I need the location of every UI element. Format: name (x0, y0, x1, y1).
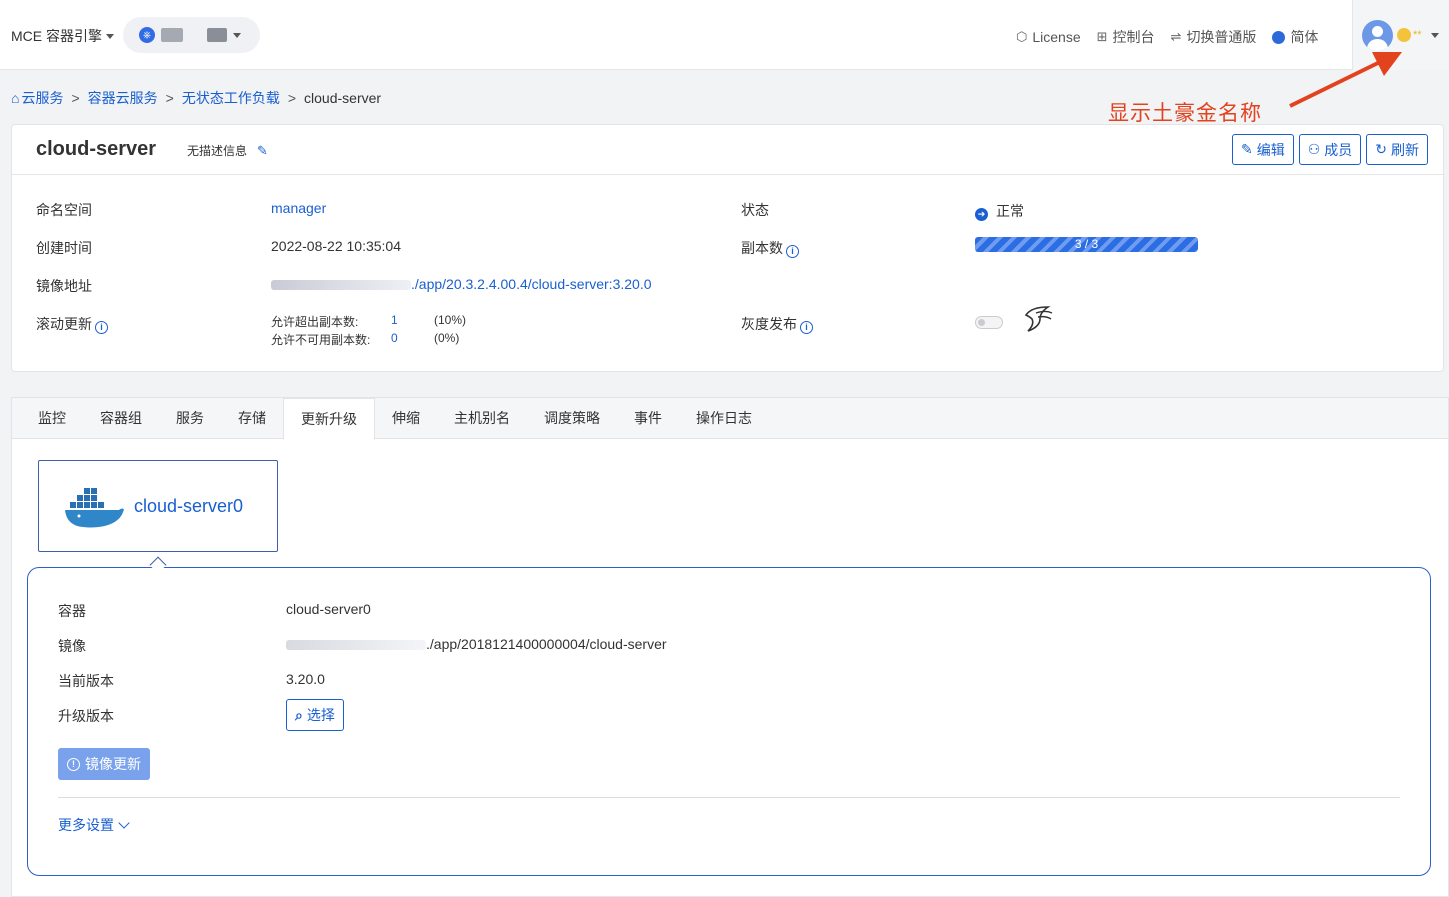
card-header: cloud-server 无描述信息 ✎ ✎ 编辑 ⚇ 成员 ↻ 刷新 (12, 125, 1443, 175)
breadcrumb-separator: > (165, 90, 174, 106)
members-button[interactable]: ⚇ 成员 (1298, 134, 1362, 165)
top-bar: MCE 容器引擎 ⎈ ⬡ License ⊞ 控制台 ⇌ 切换普通版 简体 ** (0, 0, 1449, 70)
arrow-right-circle-icon: ➔ (975, 208, 988, 221)
current-version-value: 3.20.0 (286, 671, 325, 687)
tab-services[interactable]: 服务 (159, 398, 221, 439)
masked-registry (271, 280, 411, 291)
masked-cluster-name (161, 28, 183, 42)
refresh-icon: ↻ (1375, 141, 1387, 157)
license-link[interactable]: ⬡ License (1016, 27, 1081, 47)
info-icon: ! (67, 757, 80, 771)
user-name: ** (1397, 28, 1422, 42)
surge-row: 允许超出副本数: 1 (10%) (271, 313, 467, 329)
container-tile-label: cloud-server0 (134, 496, 244, 516)
search-icon: ⌕ (295, 706, 303, 723)
upgrade-version-label: 升级版本 (58, 708, 114, 724)
home-icon[interactable]: ⌂ (11, 90, 19, 106)
chevron-down-icon (118, 817, 130, 829)
namespace-label: 命名空间 (36, 202, 92, 218)
page-title: cloud-server (36, 138, 157, 160)
image-value: ./app/2018121400000004/cloud-server (286, 636, 667, 652)
grid-icon: ⊞ (1096, 29, 1108, 44)
divider (58, 797, 1400, 798)
unavailable-row: 允许不可用副本数: 0 (0%) (271, 331, 460, 347)
kubernetes-icon: ⎈ (139, 27, 155, 43)
status-value: ➔ 正常 (975, 201, 1024, 221)
image-address[interactable]: ./app/20.3.2.4.00.4/cloud-server:3.20.0 (271, 276, 652, 292)
tab-scheduling[interactable]: 调度策略 (527, 398, 617, 439)
created-label: 创建时间 (36, 240, 92, 256)
replicas-label: 副本数 i (741, 238, 799, 258)
docker-icon (65, 488, 124, 528)
tab-storage[interactable]: 存储 (221, 398, 283, 439)
edit-button[interactable]: ✎ 编辑 (1231, 134, 1294, 165)
breadcrumb-separator: > (287, 90, 297, 106)
select-version-button[interactable]: ⌕ 选择 (286, 699, 344, 731)
container-name: cloud-server0 (286, 601, 371, 617)
image-label: 镜像地址 (36, 278, 92, 294)
tab-upgrade[interactable]: 更新升级 (283, 398, 375, 440)
edit-icon: ✎ (1240, 141, 1253, 157)
info-icon[interactable]: i (800, 320, 813, 334)
caret-down-icon (1431, 33, 1439, 38)
image-update-button[interactable]: ! 镜像更新 (58, 748, 150, 780)
annotation-arrow (1289, 52, 1402, 108)
workload-detail-card: cloud-server 无描述信息 ✎ ✎ 编辑 ⚇ 成员 ↻ 刷新 命名空间 ma… (11, 124, 1444, 372)
user-icon: ⚇ (1307, 141, 1321, 157)
gray-release-label: 灰度发布 i (741, 314, 813, 334)
cluster-selector[interactable]: ⎈ (123, 17, 260, 53)
product-menu[interactable]: MCE 容器引擎 (11, 26, 114, 46)
top-links: ⬡ License ⊞ 控制台 ⇌ 切换普通版 简体 (1016, 27, 1318, 47)
namespace-link[interactable]: manager (271, 200, 326, 216)
tab-bar: 监控 容器组 服务 存储 更新升级 伸缩 主机别名 调度策略 事件 操作日志 (12, 398, 1448, 440)
breadcrumb-container-cloud[interactable]: 容器云服务 (88, 88, 158, 108)
edit-description-icon[interactable]: ✎ (257, 143, 268, 159)
canary-bird-icon (1024, 306, 1053, 332)
info-icon[interactable]: i (95, 320, 108, 334)
tab-pods[interactable]: 容器组 (83, 398, 159, 439)
refresh-button[interactable]: ↻ 刷新 (1366, 134, 1428, 165)
tab-host-alias[interactable]: 主机别名 (437, 398, 527, 439)
tab-scaling[interactable]: 伸缩 (375, 398, 437, 439)
tab-events[interactable]: 事件 (617, 398, 679, 439)
caret-down-icon (106, 33, 114, 39)
rolling-update-label: 滚动更新 i (36, 314, 108, 334)
tab-monitor[interactable]: 监控 (12, 398, 83, 439)
status-label: 状态 (741, 202, 769, 218)
description-text: 无描述信息 (187, 144, 248, 158)
breadcrumb-separator: > (71, 90, 80, 106)
breadcrumb-current: cloud-server (304, 90, 382, 106)
caret-down-icon (233, 32, 241, 38)
cube-icon: ⬡ (1016, 29, 1028, 44)
masked-registry (286, 640, 426, 651)
description: 无描述信息 ✎ (187, 142, 268, 159)
info-icon[interactable]: i (786, 244, 799, 258)
container-tile[interactable]: cloud-server0 (38, 460, 278, 552)
tabs-card: 监控 容器组 服务 存储 更新升级 伸缩 主机别名 调度策略 事件 操作日志 c… (11, 397, 1449, 897)
current-version-label: 当前版本 (58, 673, 114, 689)
container-label: 容器 (58, 603, 86, 619)
created-value: 2022-08-22 10:35:04 (271, 238, 401, 254)
replicas-progress-bar: 3 / 3 (975, 237, 1198, 252)
switch-icon: ⇌ (1170, 29, 1182, 44)
container-detail-panel: 容器 cloud-server0 镜像 ./app/20181214000000… (27, 567, 1431, 876)
header-actions: ✎ 编辑 ⚇ 成员 ↻ 刷新 (1231, 134, 1428, 165)
switch-edition-link[interactable]: ⇌ 切换普通版 (1171, 27, 1257, 47)
breadcrumb-stateless-workloads[interactable]: 无状态工作负载 (182, 88, 280, 108)
gray-release-toggle[interactable] (975, 316, 1003, 329)
breadcrumb: ⌂ 云服务 > 容器云服务 > 无状态工作负载 > cloud-server (11, 88, 381, 108)
tab-operation-logs[interactable]: 操作日志 (679, 398, 769, 439)
gold-badge-icon (1397, 28, 1411, 42)
more-settings-toggle[interactable]: 更多设置 (58, 815, 130, 835)
image-label: 镜像 (58, 638, 86, 654)
masked-namespace-name (207, 28, 227, 42)
product-name: MCE 容器引擎 (11, 28, 102, 44)
annotation-text: 显示土豪金名称 (1108, 102, 1262, 125)
console-link[interactable]: ⊞ 控制台 (1097, 27, 1155, 47)
breadcrumb-cloud-services[interactable]: 云服务 (21, 88, 63, 108)
globe-icon (1272, 30, 1286, 44)
